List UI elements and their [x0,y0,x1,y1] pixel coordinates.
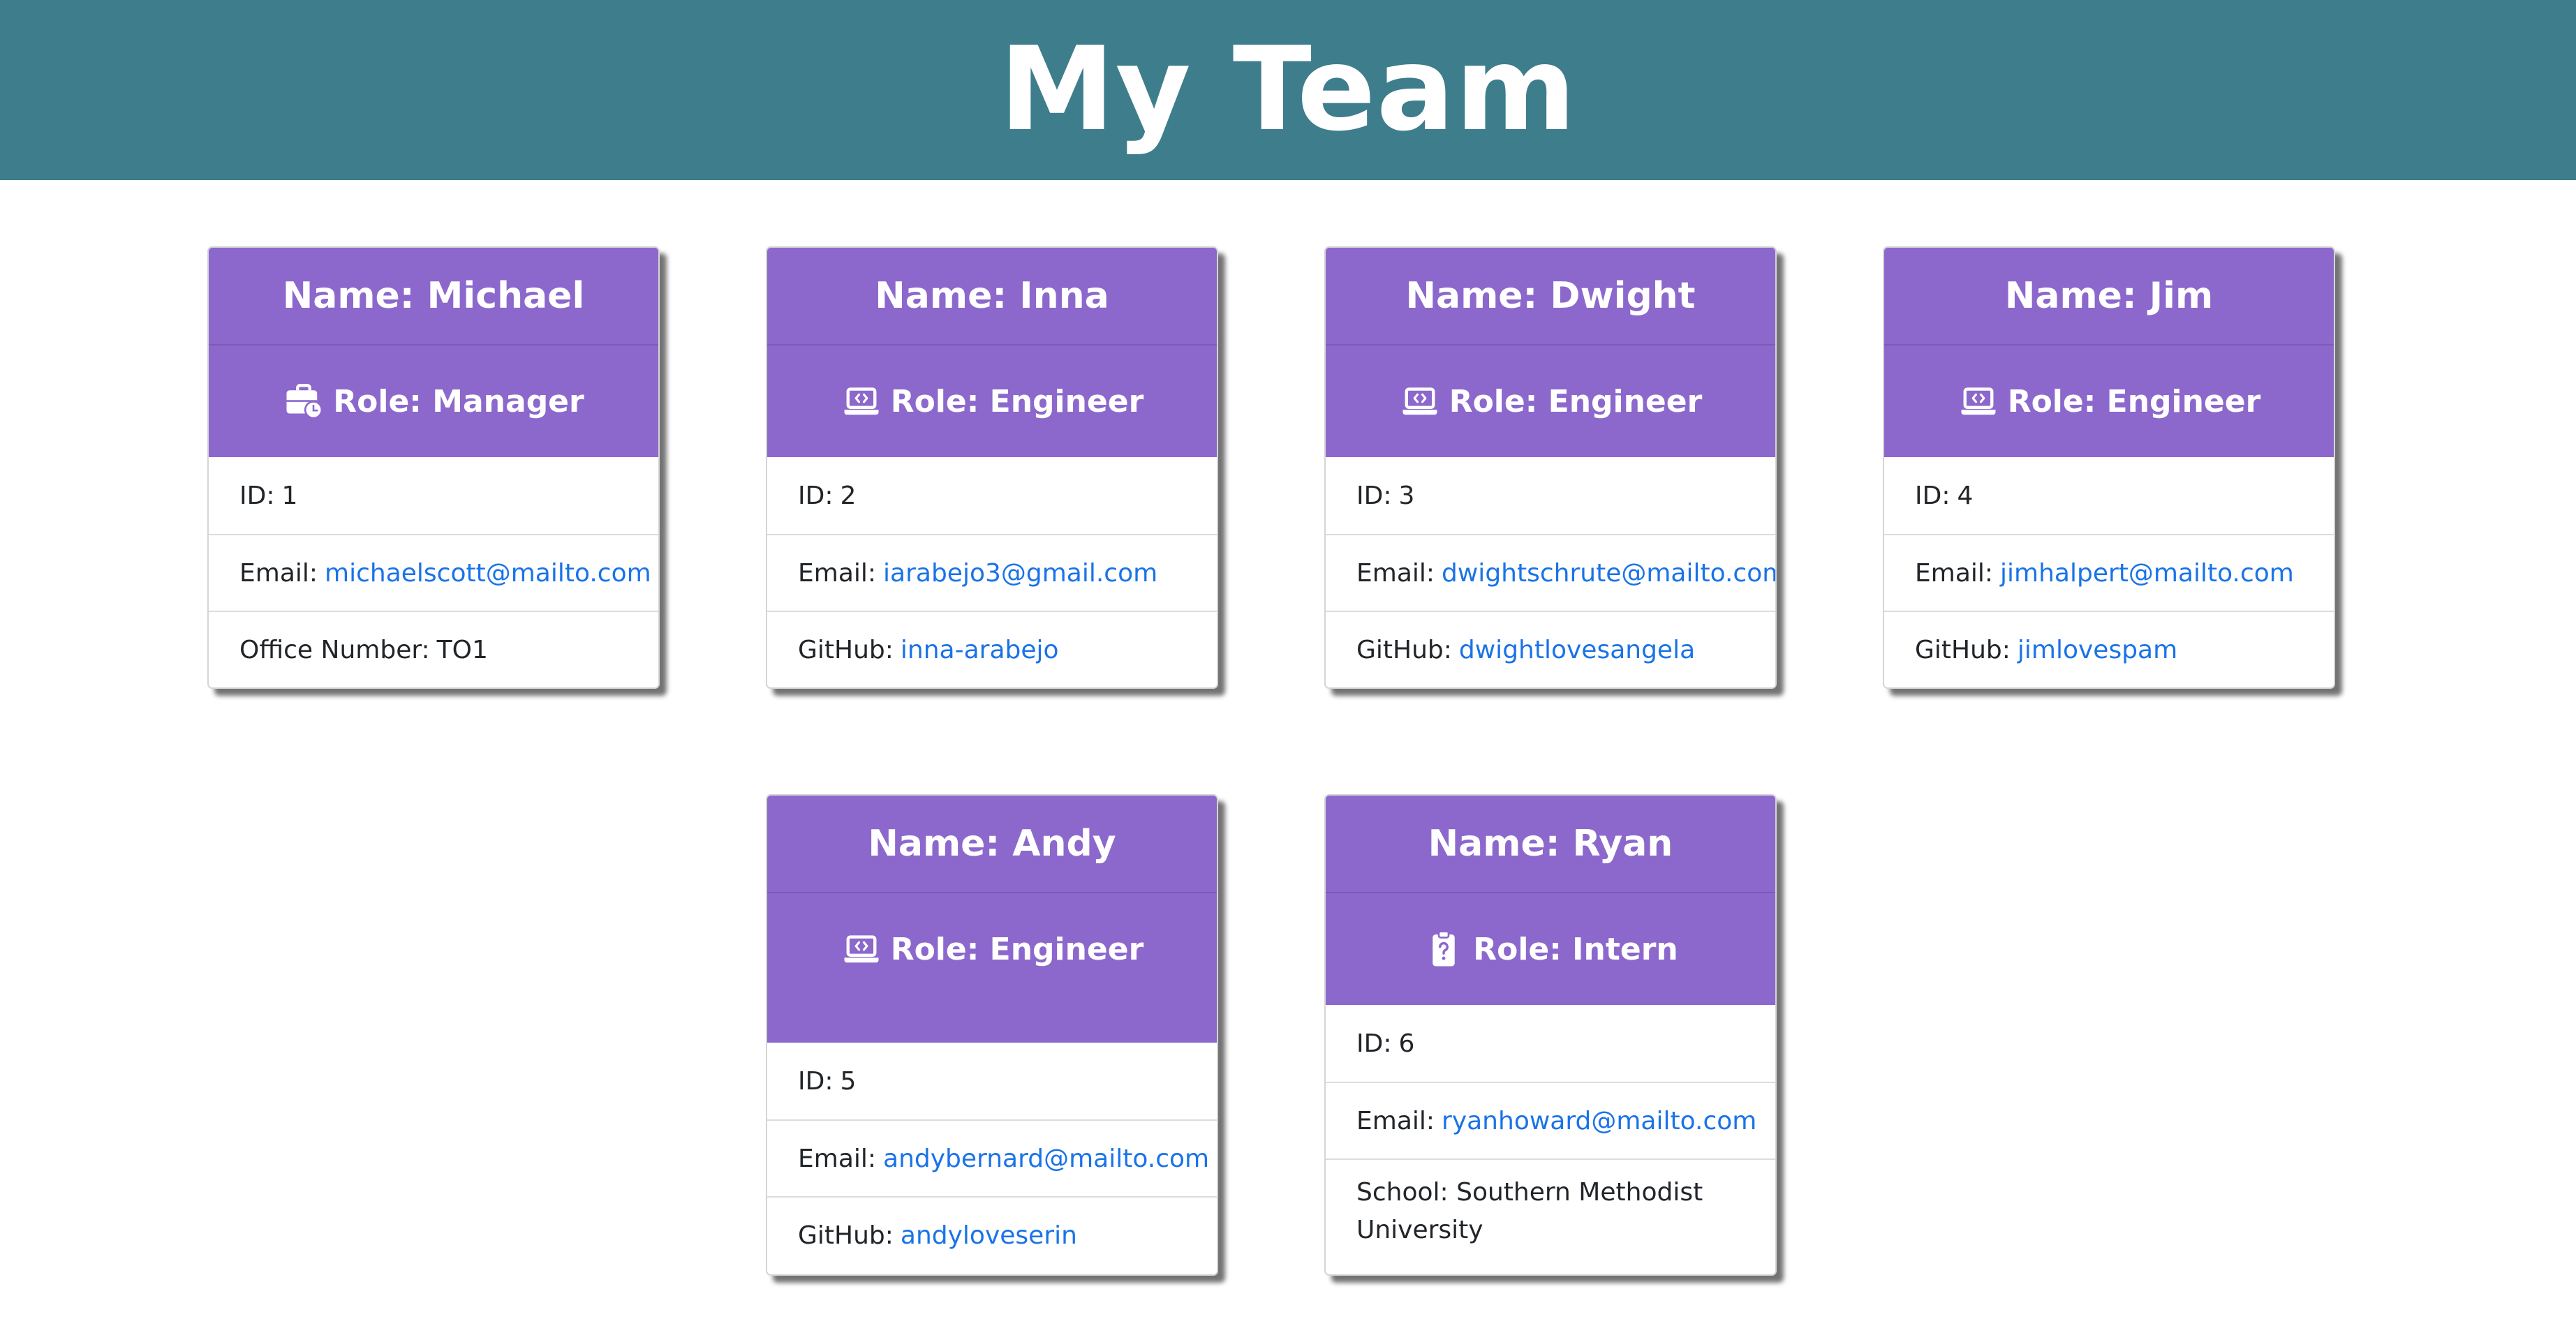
employee-email: Email: jimhalpert@mailto.com [1884,534,2334,611]
laptop-code-icon [841,928,882,970]
employee-details: ID: 3 Email: dwightschrute@mailto.com Gi… [1326,457,1775,687]
office-number-value: TO1 [436,635,488,664]
employee-email: Email: andybernard@mailto.com [767,1119,1217,1196]
github: GitHub: jimlovespam [1884,611,2334,687]
employee-name: Name: Andy [767,796,1217,893]
card-header: Name: Inna Role: Engineer [767,248,1217,457]
role-label: Role: Intern [1473,931,1678,967]
employee-email: Email: ryanhoward@mailto.com [1326,1082,1775,1158]
card-header: Name: Michael Role: Manager [209,248,658,457]
employee-details: ID: 5 Email: andybernard@mailto.com GitH… [767,1043,1217,1273]
employee-role: Role: Engineer [767,893,1217,1043]
page-header: My Team [0,0,2576,180]
employee-role: Role: Engineer [767,345,1217,457]
id-value: 6 [1398,1029,1415,1058]
office-number-label: Office Number: [239,635,430,664]
briefcase-clock-icon [283,380,325,422]
employee-card-jim: Name: Jim Role: Engineer ID: 4 Email: ji… [1883,246,2335,689]
id-label: ID: [1356,481,1392,510]
employee-details: ID: 2 Email: iarabejo3@gmail.com GitHub:… [767,457,1217,687]
laptop-code-icon [1957,380,1999,422]
card-header: Name: Andy Role: Engineer [767,796,1217,1043]
email-label: Email: [1915,558,1994,588]
employee-name: Name: Ryan [1326,796,1775,893]
id-label: ID: [798,1066,834,1096]
employee-id: ID: 5 [767,1043,1217,1119]
employee-id: ID: 6 [1326,1005,1775,1082]
github-link[interactable]: dwightlovesangela [1459,636,1695,664]
employee-id: ID: 1 [209,457,658,534]
school-text: School: Southern Methodist University [1356,1174,1719,1249]
laptop-code-icon [1399,380,1441,422]
employee-card-ryan: Name: Ryan Role: Intern ID: 6 Email: rya… [1324,794,1777,1276]
employee-card-andy: Name: Andy Role: Engineer ID: 5 Email: a… [766,794,1218,1276]
id-label: ID: [1356,1029,1392,1058]
clipboard-question-icon [1423,928,1465,970]
email-label: Email: [1356,1106,1435,1135]
id-value: 2 [840,481,857,510]
github-label: GitHub: [798,1221,894,1250]
employee-role: Role: Intern [1326,893,1775,1005]
id-label: ID: [798,481,834,510]
id-value: 1 [281,481,298,510]
email-link[interactable]: michaelscott@mailto.com [325,559,651,588]
email-link[interactable]: ryanhoward@mailto.com [1442,1107,1756,1135]
employee-card-inna: Name: Inna Role: Engineer ID: 2 Email: i… [766,246,1218,689]
card-header: Name: Jim Role: Engineer [1884,248,2334,457]
email-link[interactable]: andybernard@mailto.com [883,1145,1209,1173]
github-label: GitHub: [1356,635,1452,664]
page-title: My Team [999,22,1577,157]
employee-id: ID: 2 [767,457,1217,534]
email-label: Email: [798,558,877,588]
id-value: 4 [1957,481,1974,510]
email-link[interactable]: iarabejo3@gmail.com [883,559,1157,588]
role-label: Role: Engineer [1449,383,1703,419]
employee-name: Name: Inna [767,248,1217,345]
employee-id: ID: 4 [1884,457,2334,534]
employee-name: Name: Michael [209,248,658,345]
email-label: Email: [1356,558,1435,588]
github-label: GitHub: [798,635,894,664]
employee-email: Email: dwightschrute@mailto.com [1326,534,1775,611]
card-header: Name: Dwight Role: Engineer [1326,248,1775,457]
role-label: Role: Manager [333,383,584,419]
id-value: 3 [1398,481,1415,510]
email-label: Email: [798,1144,877,1173]
id-label: ID: [1915,481,1950,510]
school-label: School: [1356,1178,1449,1207]
github: GitHub: dwightlovesangela [1326,611,1775,687]
github-link[interactable]: inna-arabejo [901,636,1059,664]
employee-details: ID: 6 Email: ryanhoward@mailto.com Schoo… [1326,1005,1775,1274]
employee-role: Role: Engineer [1884,345,2334,457]
card-header: Name: Ryan Role: Intern [1326,796,1775,1005]
employee-card-dwight: Name: Dwight Role: Engineer ID: 3 Email:… [1324,246,1777,689]
github: GitHub: andyloveserin [767,1196,1217,1273]
employee-role: Role: Engineer [1326,345,1775,457]
role-label: Role: Engineer [890,383,1144,419]
role-label: Role: Engineer [2007,383,2261,419]
employee-card-michael: Name: Michael Role: Manager ID: 1 Email:… [207,246,660,689]
employee-email: Email: michaelscott@mailto.com [209,534,658,611]
employee-details: ID: 1 Email: michaelscott@mailto.com Off… [209,457,658,687]
employee-id: ID: 3 [1326,457,1775,534]
employee-name: Name: Dwight [1326,248,1775,345]
employee-details: ID: 4 Email: jimhalpert@mailto.com GitHu… [1884,457,2334,687]
school: School: Southern Methodist University [1326,1158,1775,1274]
github-link[interactable]: andyloveserin [901,1221,1077,1250]
github: GitHub: inna-arabejo [767,611,1217,687]
employee-role: Role: Manager [209,345,658,457]
github-link[interactable]: jimlovespam [2018,636,2177,664]
laptop-code-icon [841,380,882,422]
employee-email: Email: iarabejo3@gmail.com [767,534,1217,611]
email-link[interactable]: dwightschrute@mailto.com [1442,559,1775,588]
id-value: 5 [840,1066,857,1096]
office-number: Office Number: TO1 [209,611,658,687]
id-label: ID: [239,481,275,510]
role-label: Role: Engineer [890,931,1144,967]
email-link[interactable]: jimhalpert@mailto.com [2000,559,2294,588]
employee-name: Name: Jim [1884,248,2334,345]
email-label: Email: [239,558,318,588]
github-label: GitHub: [1915,635,2011,664]
